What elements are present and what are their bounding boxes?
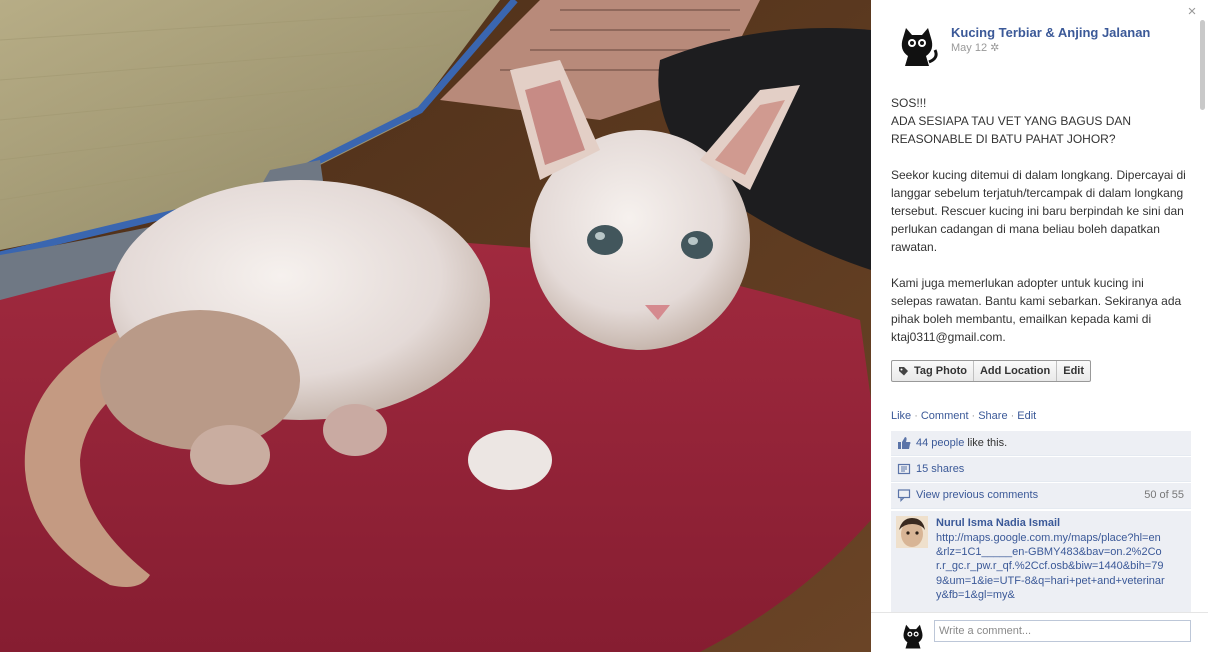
post-header: Kucing Terbiar & Anjing Jalanan May 12 ✲ — [893, 22, 1193, 70]
post-paragraph-1: SOS!!! ADA SESIAPA TAU VET YANG BAGUS DA… — [891, 96, 1132, 146]
separator: · — [1010, 410, 1015, 422]
post-date[interactable]: May 12 ✲ — [951, 41, 999, 54]
likes-suffix: like this. — [964, 437, 1008, 449]
sidebar-scroll-area[interactable]: Kucing Terbiar & Anjing Jalanan May 12 ✲ … — [871, 0, 1208, 612]
comment-bubble-icon — [897, 489, 911, 502]
shares-row: 15 shares — [891, 457, 1191, 482]
comment-author-link[interactable]: Nurul Isma Nadia Ismail — [936, 517, 1060, 529]
share-link[interactable]: Share — [978, 410, 1007, 422]
comment-url-link[interactable]: http://maps.google.com.my/maps/place?hl=… — [936, 531, 1166, 602]
edit-photo-button[interactable]: Edit — [1056, 361, 1090, 381]
likes-text: 44 people like this. — [916, 437, 1007, 449]
share-icon — [897, 463, 911, 475]
comment-composer — [871, 612, 1208, 652]
comment-item: Nurul Isma Nadia Ismail http://maps.goog… — [891, 511, 1191, 612]
photo-sidebar: Kucing Terbiar & Anjing Jalanan May 12 ✲ … — [871, 0, 1208, 652]
shares-link[interactable]: 15 shares — [916, 463, 964, 475]
photo-action-bar: Tag Photo Add Location Edit — [891, 360, 1092, 382]
kitten-photo — [0, 0, 871, 652]
tag-photo-button[interactable]: Tag Photo — [892, 361, 973, 381]
post-actions: Like · Comment · Share · Edit — [891, 410, 1036, 422]
post-message: SOS!!! ADA SESIAPA TAU VET YANG BAGUS DA… — [891, 94, 1187, 346]
commenter-avatar[interactable] — [896, 516, 928, 548]
feedback-box: 44 people like this. 15 shares View prev… — [891, 431, 1191, 612]
sidebar-scrollbar[interactable] — [1200, 20, 1205, 110]
likes-row: 44 people like this. — [891, 431, 1191, 456]
current-user-avatar — [898, 621, 928, 651]
comment-count: 50 of 55 — [1144, 489, 1184, 501]
likes-people-link[interactable]: 44 people — [916, 437, 964, 449]
comment-input[interactable] — [934, 620, 1191, 642]
gear-icon[interactable]: ✲ — [990, 41, 999, 54]
page-avatar[interactable] — [893, 22, 941, 70]
view-previous-row: View previous comments 50 of 55 — [891, 483, 1191, 509]
close-icon[interactable]: × — [1185, 4, 1199, 19]
post-paragraph-3: Kami juga memerlukan adopter untuk kucin… — [891, 276, 1182, 344]
tag-icon — [899, 366, 908, 375]
view-previous-comments-link[interactable]: View previous comments — [916, 489, 1038, 501]
photo-stage[interactable] — [0, 0, 871, 652]
separator: · — [914, 410, 918, 422]
page-name-link[interactable]: Kucing Terbiar & Anjing Jalanan — [951, 25, 1150, 40]
add-location-button[interactable]: Add Location — [972, 361, 1056, 381]
separator: · — [971, 410, 976, 422]
like-link[interactable]: Like — [891, 410, 911, 422]
comment-link[interactable]: Comment — [921, 410, 969, 422]
post-date-text[interactable]: May 12 — [951, 42, 987, 54]
post-paragraph-2: Seekor kucing ditemui di dalam longkang.… — [891, 168, 1186, 254]
thumbs-up-icon — [898, 437, 911, 449]
tag-photo-label: Tag Photo — [914, 365, 967, 377]
edit-link[interactable]: Edit — [1017, 410, 1036, 422]
